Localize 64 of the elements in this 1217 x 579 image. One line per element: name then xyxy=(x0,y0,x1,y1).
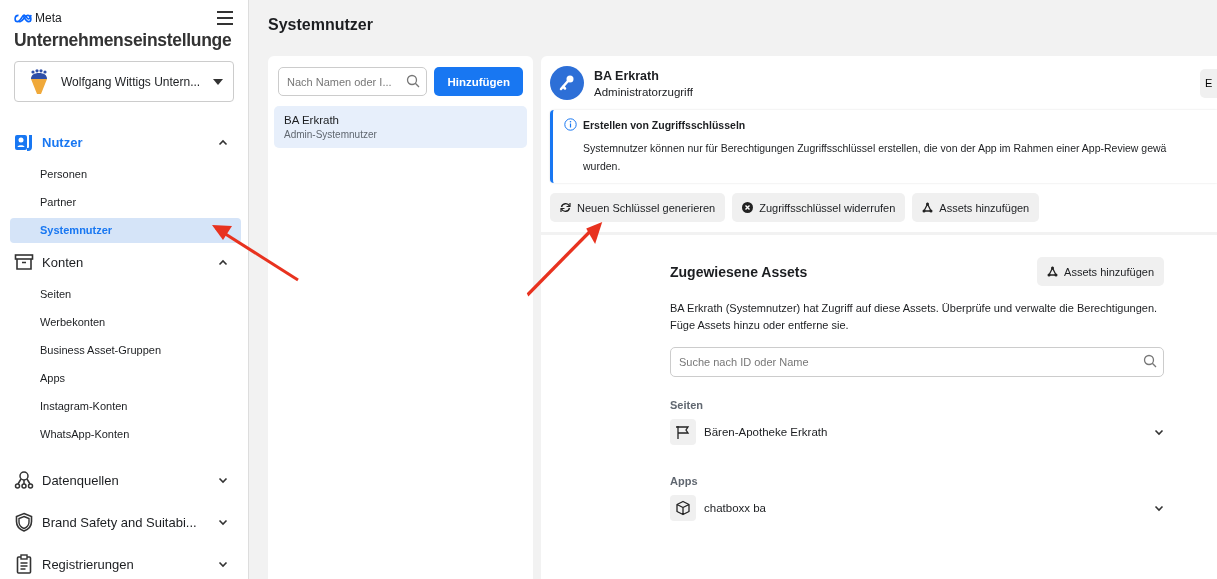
group-label: Apps xyxy=(670,475,699,487)
search-icon xyxy=(406,74,421,88)
group-label: Seiten xyxy=(670,399,704,411)
nav-item[interactable]: Business Asset-Gruppen xyxy=(10,338,241,363)
asset-name: Bären-Apotheke Erkrath xyxy=(704,426,829,438)
notice-text: Systemnutzer können nur für Berechtigungen Zugriffsschlüssel erstellen, die von der App im Rahmen einer App-Review gewä wurden. xyxy=(582,141,1168,174)
notice-title: Erstellen von Zugriffsschlüsseln xyxy=(583,118,746,131)
chevron-up-icon xyxy=(218,258,228,266)
archive-icon xyxy=(14,252,34,272)
page-title: Systemnutzer xyxy=(268,16,374,35)
cancel-icon xyxy=(742,202,754,213)
page-heading: Unternehmenseinstellunge xyxy=(13,29,233,51)
action-button[interactable]: Assets hinzufügen xyxy=(912,193,1040,222)
nav-section[interactable]: Nutzer xyxy=(0,128,248,156)
nav-item[interactable]: Personen xyxy=(10,162,241,187)
menu-icon xyxy=(216,10,234,26)
paw-logo-icon xyxy=(29,68,49,95)
nodes-icon xyxy=(922,202,934,213)
nav-section[interactable]: Datenquellen xyxy=(0,466,248,494)
user-name: BA Erkrath xyxy=(594,68,660,83)
access-level: Administratorzugriff xyxy=(594,85,694,98)
clipboard-icon xyxy=(14,554,34,574)
shield-icon xyxy=(14,512,34,532)
user-role: Admin-Systemnutzer xyxy=(284,129,378,140)
search-icon xyxy=(1143,354,1157,368)
account-selector[interactable]: Wolfgang Wittigs Untern... xyxy=(14,61,234,102)
nodes-icon xyxy=(1047,266,1059,277)
network-icon xyxy=(14,470,34,490)
user-group-icon xyxy=(14,132,34,152)
caret-icon xyxy=(213,78,223,85)
info-icon xyxy=(564,118,577,131)
user-list-item[interactable]: BA Erkrath Admin-Systemnutzer xyxy=(274,106,527,148)
chevron-down-icon[interactable] xyxy=(1154,504,1164,512)
action-button[interactable]: Neuen Schlüssel generieren xyxy=(550,193,726,222)
brand-name: Meta xyxy=(35,11,62,25)
header-button[interactable]: E xyxy=(1200,68,1217,98)
nav-section[interactable]: Registrierungen xyxy=(0,550,248,578)
chevron-down-icon[interactable] xyxy=(1154,428,1164,436)
search-field[interactable]: Suche nach ID oder Name xyxy=(670,347,1164,377)
chevron-down-icon xyxy=(218,560,228,568)
nav-item[interactable]: Instagram-Konten xyxy=(10,394,241,419)
nav-section[interactable]: Brand Safety and Suitabi... xyxy=(0,508,248,536)
chevron-down-icon xyxy=(218,518,228,526)
flag-icon xyxy=(670,419,696,445)
infinity-logo-icon xyxy=(14,13,32,23)
section-title: Zugewiesene Assets xyxy=(670,263,808,280)
nav-item[interactable]: WhatsApp-Konten xyxy=(10,422,241,447)
nav-item[interactable]: Apps xyxy=(10,366,241,391)
description: BA Erkrath (Systemnutzer) hat Zugriff auf diese Assets. Überprüfe und verwalte die Berechtigungen. Füge Assets hinzu oder entferne sie. xyxy=(670,301,1159,333)
user-name: BA Erkrath xyxy=(284,114,340,126)
key-avatar-icon xyxy=(550,66,584,100)
cube-icon xyxy=(670,495,696,521)
nav-item[interactable]: Werbekonten xyxy=(10,310,241,335)
asset-name: chatboxx ba xyxy=(704,502,767,514)
refresh-icon xyxy=(560,202,571,213)
action-button[interactable]: Zugriffsschlüssel widerrufen xyxy=(732,193,906,222)
nav-item[interactable]: Partner xyxy=(10,190,241,215)
chevron-down-icon xyxy=(218,476,228,484)
search-field[interactable]: Nach Namen oder I... xyxy=(278,67,428,96)
add-assets-button[interactable]: Assets hinzufügen xyxy=(1037,257,1164,286)
chevron-up-icon xyxy=(218,138,228,146)
add-button[interactable]: Hinzufügen xyxy=(434,67,523,96)
nav-item[interactable]: Seiten xyxy=(10,282,241,307)
nav-section[interactable]: Konten xyxy=(0,248,248,276)
